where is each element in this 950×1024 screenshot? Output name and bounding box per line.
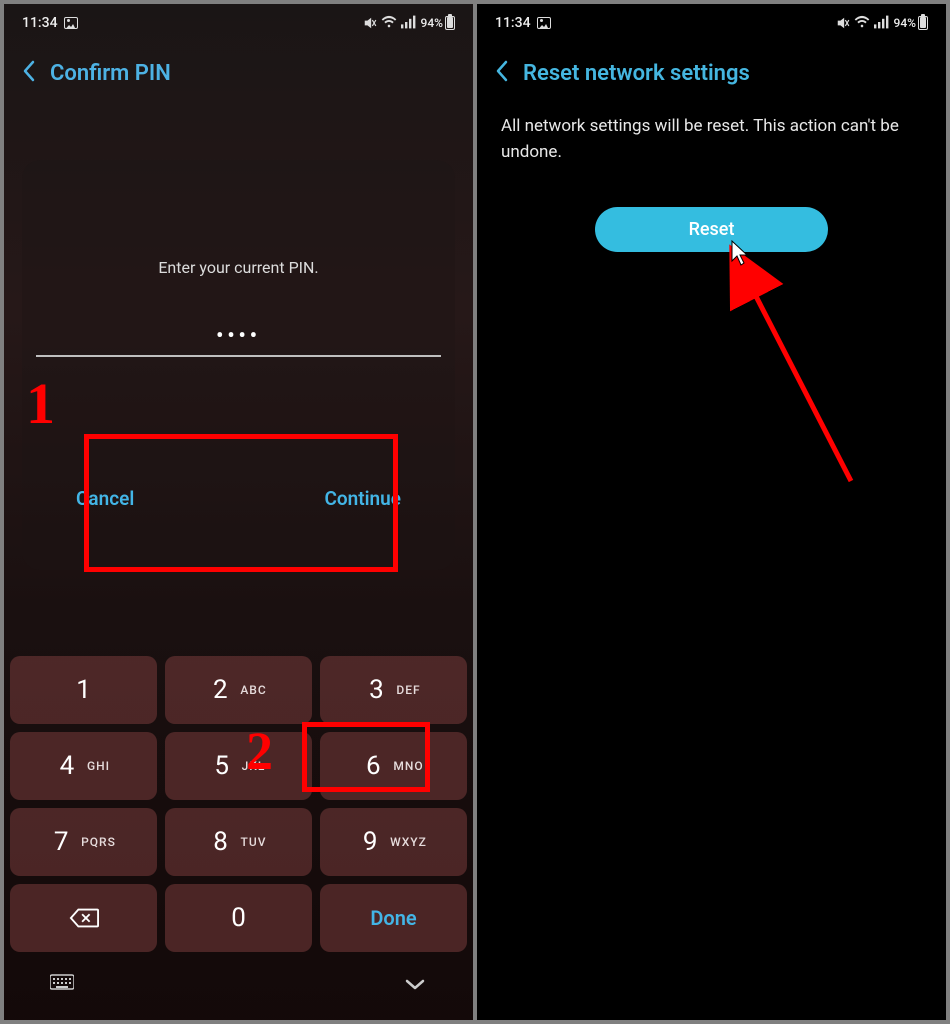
keypad-key-7[interactable]: 7PQRS — [10, 808, 157, 876]
annotation-box-1 — [84, 434, 398, 572]
status-bar: 11:34 94% — [477, 4, 946, 36]
status-time: 11:34 — [22, 15, 58, 31]
phone-right: 11:34 94% — [477, 4, 946, 1020]
wifi-icon — [381, 15, 397, 32]
keypad-key-9[interactable]: 9WXYZ — [320, 808, 467, 876]
signal-icon — [874, 15, 890, 32]
keypad-key-1[interactable]: 1 — [10, 656, 157, 724]
mute-icon — [836, 16, 850, 30]
annotation-arrow — [701, 241, 881, 501]
annotation-box-2 — [302, 722, 430, 792]
wifi-icon — [854, 15, 870, 32]
back-icon[interactable] — [22, 60, 36, 86]
screenshot-icon — [64, 17, 78, 29]
keypad-key-4[interactable]: 4GHI — [10, 732, 157, 800]
pin-input[interactable]: •••• — [36, 323, 441, 347]
cursor-icon — [729, 239, 751, 271]
phone-left: 11:34 94% — [4, 4, 473, 1020]
keypad-backspace[interactable] — [10, 884, 157, 952]
pin-prompt: Enter your current PIN. — [36, 258, 441, 277]
header: Confirm PIN — [4, 36, 473, 100]
annotation-1: 1 — [26, 370, 55, 437]
signal-icon — [401, 15, 417, 32]
keypad-key-0[interactable]: 0 — [165, 884, 312, 952]
status-time: 11:34 — [495, 15, 531, 31]
keypad-done[interactable]: Done — [320, 884, 467, 952]
page-title: Reset network settings — [523, 61, 750, 86]
annotation-2: 2 — [246, 720, 273, 782]
battery-icon — [445, 16, 455, 30]
keypad: 12ABC3DEF4GHI5JKL6MNO7PQRS8TUV9WXYZ 0 Do… — [4, 648, 473, 1020]
description-text: All network settings will be reset. This… — [501, 114, 922, 165]
battery-text: 94% — [894, 16, 916, 30]
keypad-key-5[interactable]: 5JKL — [165, 732, 312, 800]
header: Reset network settings — [477, 36, 946, 100]
chevron-down-icon[interactable] — [403, 974, 427, 998]
page-title: Confirm PIN — [50, 61, 171, 86]
keypad-key-3[interactable]: 3DEF — [320, 656, 467, 724]
screenshot-icon — [537, 17, 551, 29]
battery-text: 94% — [421, 16, 443, 30]
back-icon[interactable] — [495, 60, 509, 86]
keypad-key-2[interactable]: 2ABC — [165, 656, 312, 724]
battery-icon — [918, 16, 928, 30]
reset-button[interactable]: Reset — [595, 207, 829, 252]
keyboard-switch-icon[interactable] — [50, 974, 74, 998]
mute-icon — [363, 16, 377, 30]
keypad-key-8[interactable]: 8TUV — [165, 808, 312, 876]
status-bar: 11:34 94% — [4, 4, 473, 36]
